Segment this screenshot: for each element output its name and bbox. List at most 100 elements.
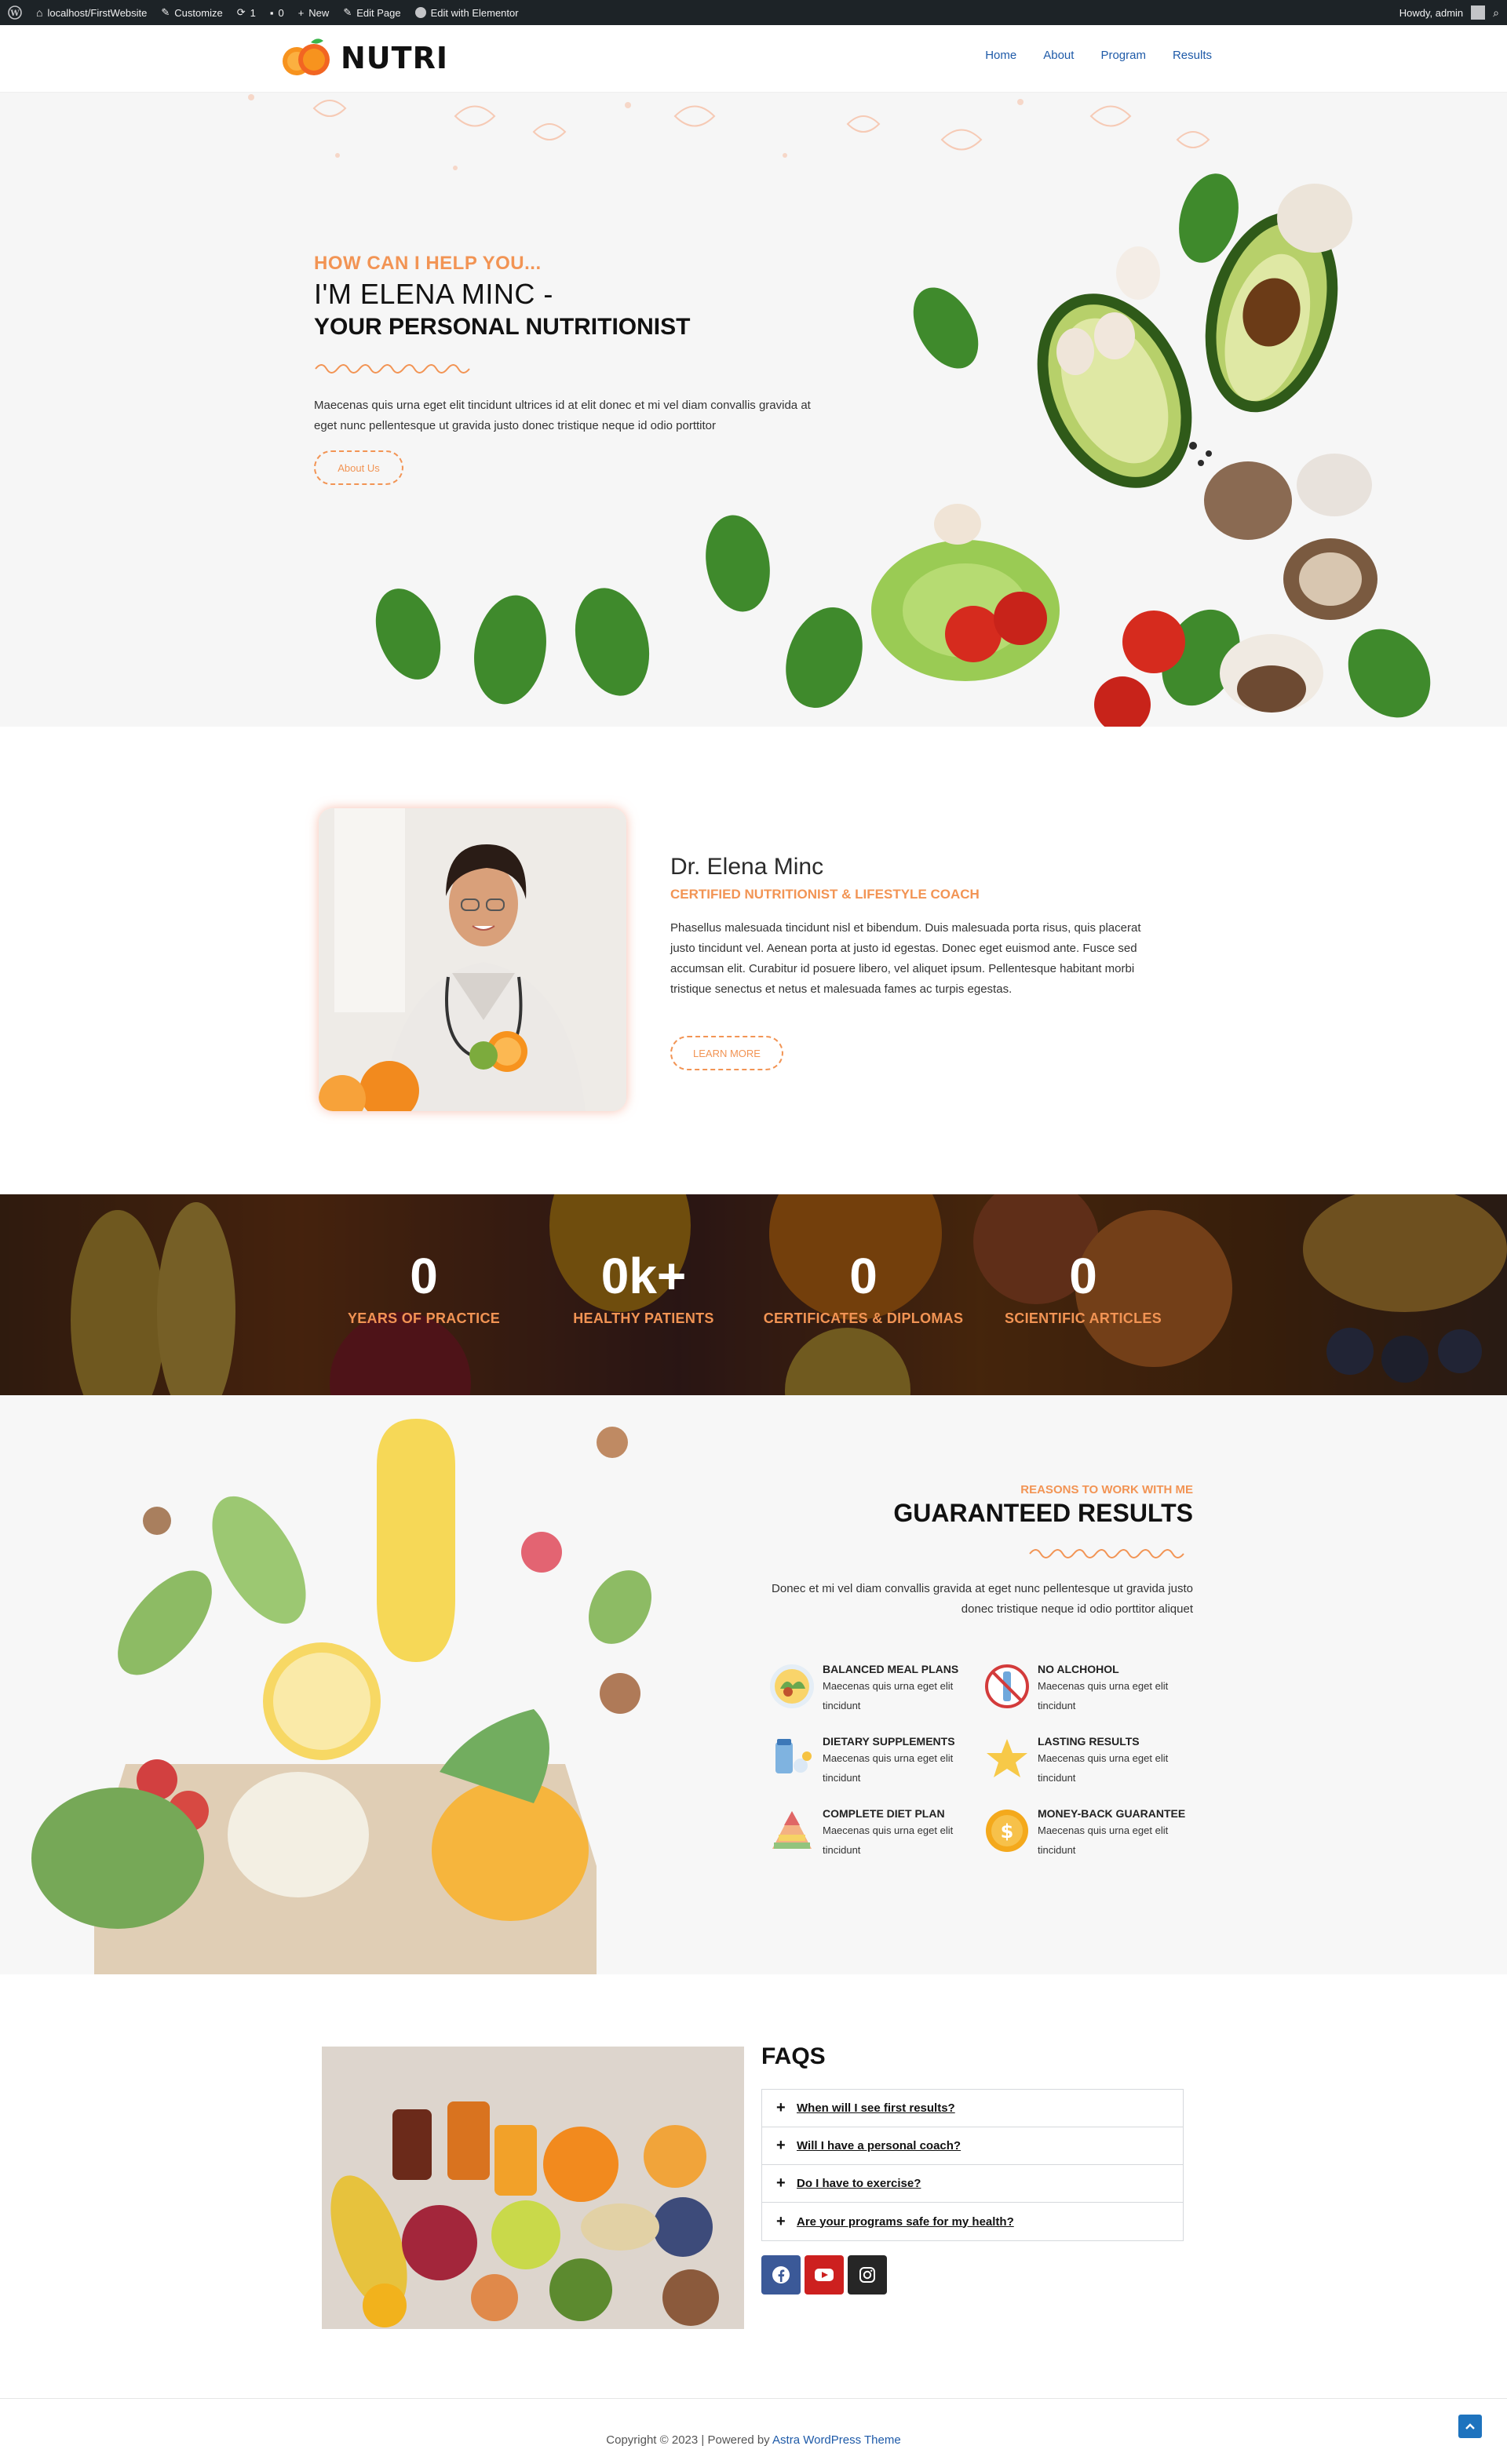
search-icon[interactable]: ⌕ — [1493, 6, 1499, 20]
feature-desc: Maecenas quis urna eget elit tincidunt — [823, 1680, 954, 1711]
nav-program[interactable]: Program — [1100, 49, 1146, 62]
nutritionist-name: Dr. Elena Minc — [670, 854, 824, 880]
counter-years: 0 YEARS OF PRACTICE — [306, 1246, 542, 1327]
feature-title: BALANCED MEAL PLANS — [823, 1663, 959, 1675]
feature-title: COMPLETE DIET PLAN — [823, 1807, 945, 1820]
results-description: Donec et mi vel diam convallis gravida a… — [772, 1582, 1193, 1616]
home-icon: ⌂ — [36, 6, 43, 19]
updates-count: 1 — [250, 6, 256, 19]
about-us-button[interactable]: About Us — [314, 450, 403, 485]
orange-logo-icon — [283, 38, 330, 75]
faq-question[interactable]: Do I have to exercise? — [797, 2177, 921, 2190]
brush-icon: ✎ — [161, 6, 170, 18]
feature-desc: Maecenas quis urna eget elit tincidunt — [1038, 1680, 1169, 1711]
site-name: localhost/FirstWebsite — [47, 6, 148, 19]
supplements-icon — [775, 1739, 812, 1773]
howdy-user[interactable]: Howdy, admin — [1399, 7, 1463, 19]
faq-item[interactable]: + Do I have to exercise? — [762, 2165, 1183, 2203]
counters-section: 0 YEARS OF PRACTICE 0k+ HEALTHY PATIENTS… — [0, 1194, 1507, 1395]
theme-link[interactable]: Astra WordPress Theme — [772, 2433, 901, 2447]
counter-value: 0 — [1069, 1248, 1097, 1304]
youtube-button[interactable] — [805, 2255, 844, 2295]
faq-item[interactable]: + Will I have a personal coach? — [762, 2127, 1183, 2165]
counter-value: 0k+ — [600, 1248, 687, 1304]
admin-site-link[interactable]: ⌂ localhost/FirstWebsite — [36, 6, 147, 19]
nav-results[interactable]: Results — [1173, 49, 1212, 62]
faq-title: FAQS — [761, 2043, 826, 2069]
copyright: Copyright © 2023 | Powered by Astra Word… — [0, 2433, 1507, 2447]
nutritionist-role: CERTIFIED NUTRITIONIST & LIFESTYLE COACH — [670, 887, 980, 902]
customize-label: Customize — [174, 6, 223, 19]
decorative-leaves-top — [248, 94, 1210, 170]
feature-title: DIETARY SUPPLEMENTS — [823, 1735, 955, 1748]
avatar[interactable] — [1471, 5, 1486, 20]
hero-title: I'M ELENA MINC - — [314, 278, 553, 310]
faq-question[interactable]: Are your programs safe for my health? — [797, 2215, 1014, 2229]
plus-icon: + — [776, 2212, 786, 2230]
facebook-icon — [772, 2266, 790, 2284]
edit-page-label: Edit Page — [356, 6, 401, 19]
hero-kicker: HOW CAN I HELP YOU... — [314, 253, 542, 274]
healthy-food-illustration — [322, 2047, 744, 2329]
instagram-icon — [859, 2267, 875, 2283]
admin-bar: W ⌂ localhost/FirstWebsite ✎ Customize ⟳… — [0, 0, 1507, 25]
site-logo[interactable]: NUTRI — [279, 36, 448, 80]
food-pyramid-icon — [772, 1811, 812, 1849]
site-title: NUTRI — [341, 41, 448, 75]
about-section: Dr. Elena Minc CERTIFIED NUTRITIONIST & … — [0, 727, 1507, 1194]
feature-lasting-results: LASTING RESULTS Maecenas quis urna eget … — [983, 1734, 1187, 1788]
svg-text:W: W — [9, 9, 20, 18]
faq-question[interactable]: When will I see first results? — [797, 2101, 955, 2115]
feature-title: NO ALCHOHOL — [1038, 1663, 1119, 1675]
customize-link[interactable]: ✎ Customize — [161, 6, 222, 19]
svg-text:$: $ — [1001, 1821, 1014, 1843]
feature-supplements: DIETARY SUPPLEMENTS Maecenas quis urna e… — [768, 1734, 972, 1788]
nutritionist-illustration — [319, 808, 626, 1111]
no-alcohol-icon — [985, 1664, 1029, 1708]
star-icon — [987, 1739, 1027, 1777]
results-section: REASONS TO WORK WITH ME GUARANTEED RESUL… — [0, 1395, 1507, 1974]
facebook-button[interactable] — [761, 2255, 801, 2295]
feature-no-alcohol: NO ALCHOHOL Maecenas quis urna eget elit… — [983, 1662, 1187, 1715]
faq-item[interactable]: + When will I see first results? — [762, 2090, 1183, 2127]
edit-page-link[interactable]: ✎ Edit Page — [343, 6, 400, 19]
hero-description: Maecenas quis urna eget elit tincidunt u… — [314, 399, 811, 432]
plus-icon: + — [776, 2174, 786, 2192]
counter-patients: 0k+ HEALTHY PATIENTS — [526, 1246, 761, 1327]
comments-link[interactable]: ▪ 0 — [270, 7, 284, 19]
site-header: NUTRI Home About Program Results — [0, 25, 1507, 93]
edit-elementor-link[interactable]: Edit with Elementor — [414, 6, 519, 19]
meal-plate-icon — [770, 1664, 814, 1708]
nutritionist-photo — [319, 808, 626, 1111]
counter-value: 0 — [849, 1248, 878, 1304]
main-nav: Home About Program Results — [985, 49, 1212, 62]
about-description: Phasellus malesuada tincidunt nisl et bi… — [670, 921, 1141, 996]
faq-question[interactable]: Will I have a personal coach? — [797, 2139, 961, 2152]
counter-label: SCIENTIFIC ARTICLES — [1004, 1310, 1162, 1326]
copyright-text: Copyright © 2023 | Powered by — [606, 2433, 770, 2447]
learn-more-button[interactable]: LEARN MORE — [670, 1036, 783, 1070]
healthy-food-photo — [322, 2047, 744, 2329]
squiggle-divider — [315, 364, 470, 374]
counter-certificates: 0 CERTIFICATES & DIPLOMAS — [746, 1246, 981, 1327]
updates-link[interactable]: ⟳ 1 — [237, 6, 256, 19]
faq-item[interactable]: + Are your programs safe for my health? — [762, 2203, 1183, 2240]
comments-count: 0 — [278, 6, 284, 19]
plus-icon: + — [776, 2099, 786, 2116]
hero-section: HOW CAN I HELP YOU... I'M ELENA MINC - Y… — [0, 93, 1507, 727]
new-content-link[interactable]: + New — [298, 7, 330, 19]
elementor-label: Edit with Elementor — [430, 6, 519, 19]
nav-about[interactable]: About — [1043, 49, 1074, 62]
youtube-icon — [815, 2269, 834, 2281]
counter-articles: 0 SCIENTIFIC ARTICLES — [965, 1246, 1201, 1327]
wordpress-logo-icon[interactable]: W — [8, 5, 22, 20]
nav-home[interactable]: Home — [985, 49, 1016, 62]
instagram-button[interactable] — [848, 2255, 887, 2295]
counter-value: 0 — [410, 1248, 438, 1304]
scroll-to-top-button[interactable] — [1458, 2415, 1482, 2438]
counter-label: YEARS OF PRACTICE — [347, 1310, 501, 1326]
faq-accordion: + When will I see first results? + Will … — [761, 2089, 1184, 2241]
feature-desc: Maecenas quis urna eget elit tincidunt — [823, 1752, 954, 1784]
feature-desc: Maecenas quis urna eget elit tincidunt — [1038, 1824, 1169, 1856]
pencil-icon: ✎ — [343, 6, 352, 18]
